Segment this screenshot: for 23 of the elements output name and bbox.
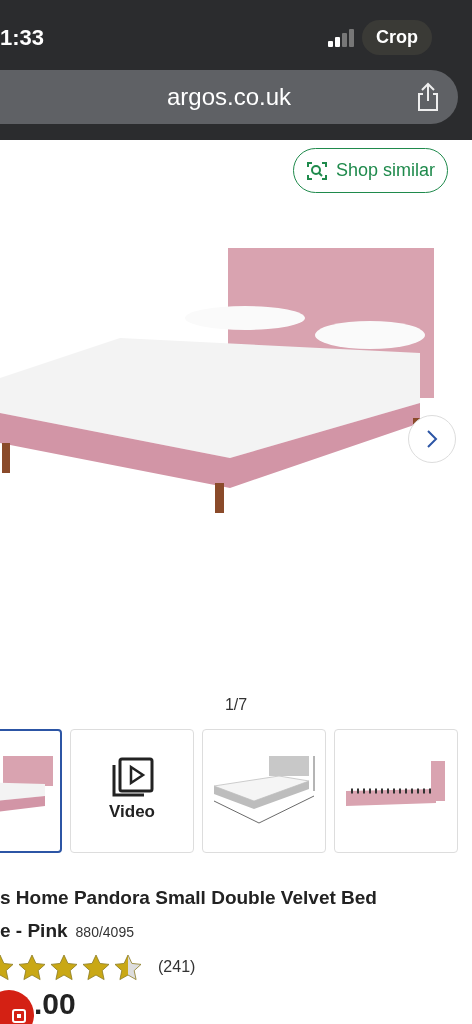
video-label: Video	[109, 801, 155, 824]
product-title: s Home Pandora Small Double Velvet Bed	[0, 886, 378, 910]
star-icon	[18, 953, 46, 981]
chevron-right-icon	[426, 429, 438, 449]
visual-search-icon	[305, 159, 328, 182]
star-icon	[50, 953, 78, 981]
thumbnail[interactable]: Video	[70, 729, 194, 853]
address-bar[interactable]: argos.co.uk	[0, 70, 458, 124]
price: .00	[34, 986, 76, 1020]
star-icon	[82, 953, 110, 981]
shop-similar-button[interactable]: Shop similar	[292, 148, 448, 193]
product-title: e - Pink	[0, 919, 68, 943]
signal-icon	[328, 28, 354, 47]
image-counter: 1/7	[224, 696, 248, 713]
share-icon[interactable]	[416, 82, 440, 112]
catalogue-number: 880/4095	[75, 923, 134, 942]
video-icon	[110, 757, 154, 800]
star-icon	[114, 953, 142, 981]
status-time: 1:33	[0, 23, 45, 52]
crop-button[interactable]: Crop	[362, 20, 432, 55]
review-count[interactable]: (241)	[158, 955, 196, 979]
url-text: argos.co.uk	[166, 82, 292, 112]
next-image-button[interactable]	[408, 415, 456, 463]
